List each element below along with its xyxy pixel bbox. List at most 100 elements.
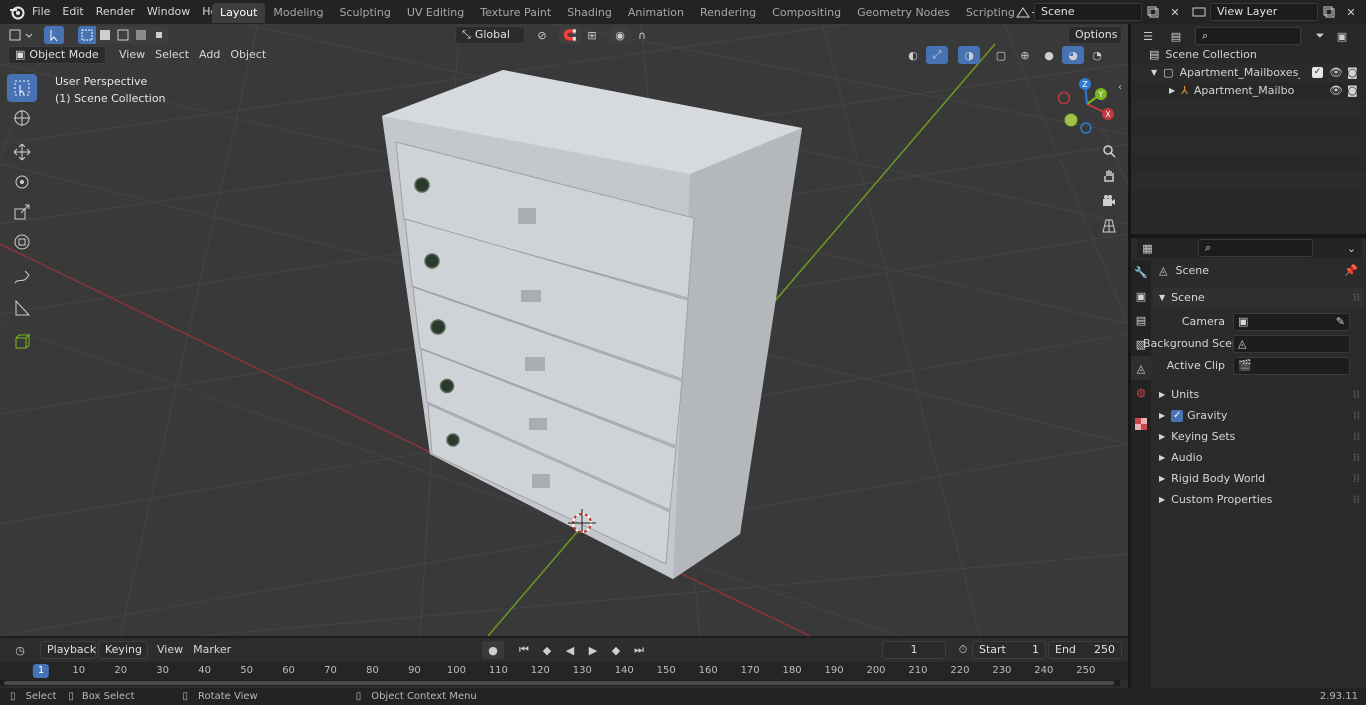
outliner-search-input[interactable]: ⌕ bbox=[1195, 27, 1301, 45]
record-icon[interactable]: ● bbox=[482, 641, 504, 659]
timeline-editor-type-icon[interactable]: ◷ bbox=[6, 641, 34, 659]
measure-tool[interactable] bbox=[7, 294, 37, 322]
menu-view[interactable]: View bbox=[114, 46, 150, 64]
active-clip-field[interactable]: 🎬 bbox=[1233, 356, 1350, 375]
render-camera-icon[interactable]: ◙ bbox=[1347, 82, 1358, 100]
scene-icon[interactable] bbox=[1012, 3, 1034, 21]
tab-animation[interactable]: Animation bbox=[620, 3, 692, 23]
scrollbar-thumb[interactable] bbox=[4, 681, 1114, 685]
properties-search-input[interactable]: ⌕ bbox=[1197, 239, 1314, 257]
3d-viewport[interactable]: ⤡ Global ⊘ 🧲 ⊞ ◉ ∩ Options ▣ Object Mode… bbox=[0, 24, 1128, 636]
tab-layout[interactable]: Layout bbox=[212, 3, 266, 23]
output-tab-icon[interactable]: ▤ bbox=[1131, 308, 1151, 332]
xray-toggle-icon[interactable]: ▢ bbox=[990, 46, 1012, 64]
drag-handle-icon[interactable]: ⁞⁞ bbox=[1353, 447, 1360, 468]
rotate-tool[interactable] bbox=[7, 168, 37, 196]
custom-properties-panel-header[interactable]: ▶ Custom Properties ⁞⁞ bbox=[1153, 489, 1364, 510]
tab-compositing[interactable]: Compositing bbox=[764, 3, 849, 23]
next-keyframe-icon[interactable]: ◆ bbox=[605, 641, 627, 659]
eye-icon[interactable]: 👁 bbox=[1329, 82, 1343, 100]
new-view-layer-icon[interactable] bbox=[1318, 3, 1340, 21]
pivot-point-icon[interactable]: ⊘ bbox=[531, 26, 553, 44]
end-frame-field[interactable]: End 250 bbox=[1048, 641, 1122, 659]
tab-modeling[interactable]: Modeling bbox=[265, 3, 331, 23]
navigation-gizmo[interactable]: X Y Z bbox=[1056, 78, 1120, 138]
jump-start-icon[interactable]: ⏮ bbox=[513, 641, 535, 659]
object-mode-dropdown[interactable]: ▣ Object Mode bbox=[8, 46, 106, 64]
pin-icon[interactable]: 📌 bbox=[1344, 260, 1358, 281]
timeline-view-menu[interactable]: View bbox=[152, 641, 188, 659]
frame-ruler[interactable]: 1 10 20 30 40 50 60 70 80 90 100 110 120 130 140 150 160… bbox=[0, 662, 1128, 680]
gizmo-toggle-icon[interactable]: ⤢ bbox=[926, 46, 948, 64]
menu-add[interactable]: Add bbox=[194, 46, 225, 64]
scene-name-field[interactable]: Scene bbox=[1034, 3, 1142, 21]
outliner-editor-type-icon[interactable]: ☰ bbox=[1137, 27, 1159, 45]
gravity-panel-header[interactable]: ▶ ✓ Gravity ⁞⁞ bbox=[1153, 405, 1364, 426]
blender-logo-icon[interactable] bbox=[9, 4, 25, 20]
snap-target-icon[interactable]: ⊞ bbox=[581, 26, 603, 44]
eye-icon[interactable]: 👁 bbox=[1329, 64, 1343, 82]
tool-tab-icon[interactable]: 🔧 bbox=[1131, 260, 1151, 284]
wireframe-shading-icon[interactable]: ⊕ bbox=[1014, 46, 1036, 64]
eyedropper-icon[interactable]: ✎ bbox=[1336, 311, 1345, 332]
select-subtract-icon[interactable] bbox=[114, 26, 132, 44]
expand-arrow-icon[interactable]: ▼ bbox=[1151, 64, 1157, 82]
prev-keyframe-icon[interactable]: ◆ bbox=[536, 641, 558, 659]
timeline-scrollbar[interactable] bbox=[0, 680, 1120, 686]
new-collection-icon[interactable]: ▣ bbox=[1331, 27, 1353, 45]
camera-view-icon[interactable] bbox=[1097, 189, 1121, 213]
tab-rendering[interactable]: Rendering bbox=[692, 3, 764, 23]
outliner-row-scene-collection[interactable]: ▤ Scene Collection bbox=[1131, 46, 1366, 64]
properties-options-icon[interactable]: ⌄ bbox=[1341, 239, 1362, 257]
keying-sets-panel-header[interactable]: ▶ Keying Sets ⁞⁞ bbox=[1153, 426, 1364, 447]
editor-type-icon[interactable] bbox=[8, 26, 36, 44]
tab-uv-editing[interactable]: UV Editing bbox=[399, 3, 472, 23]
add-cube-tool[interactable] bbox=[7, 328, 37, 356]
tab-shading[interactable]: Shading bbox=[559, 3, 620, 23]
jump-end-icon[interactable]: ⏭ bbox=[628, 641, 650, 659]
keying-menu[interactable]: Keying bbox=[98, 641, 148, 659]
units-panel-header[interactable]: ▶ Units ⁞⁞ bbox=[1153, 384, 1364, 405]
perspective-toggle-icon[interactable] bbox=[1097, 214, 1121, 238]
zoom-icon[interactable] bbox=[1097, 139, 1121, 163]
rigid-body-world-panel-header[interactable]: ▶ Rigid Body World ⁞⁞ bbox=[1153, 468, 1364, 489]
mailbox-cabinet[interactable] bbox=[382, 70, 802, 579]
texture-tab-icon[interactable] bbox=[1131, 412, 1151, 436]
select-intersect-icon[interactable] bbox=[150, 26, 168, 44]
menu-object[interactable]: Object bbox=[225, 46, 271, 64]
outliner-row-object[interactable]: ▶ ⅄ Apartment_Mailboxes_Gr 👁 ◙ bbox=[1131, 82, 1366, 100]
drag-handle-icon[interactable]: ⁞⁞ bbox=[1353, 468, 1360, 489]
select-extend-icon[interactable] bbox=[96, 26, 114, 44]
play-icon[interactable]: ▶ bbox=[582, 641, 604, 659]
properties-editor-type-icon[interactable]: ▦ bbox=[1137, 239, 1158, 257]
gravity-checkbox[interactable]: ✓ bbox=[1171, 409, 1184, 422]
transform-tool[interactable] bbox=[7, 228, 37, 256]
world-tab-icon[interactable]: ◍ bbox=[1131, 380, 1151, 404]
drag-handle-icon[interactable]: ⁞⁞ bbox=[1353, 426, 1360, 447]
menu-edit[interactable]: Edit bbox=[56, 2, 89, 22]
tab-texture-paint[interactable]: Texture Paint bbox=[472, 3, 559, 23]
view-layer-icon[interactable] bbox=[1188, 3, 1210, 21]
tab-sculpting[interactable]: Sculpting bbox=[331, 3, 398, 23]
menu-render[interactable]: Render bbox=[90, 2, 141, 22]
camera-field[interactable]: ▣ ✎ bbox=[1233, 311, 1350, 332]
play-reverse-icon[interactable]: ◀ bbox=[559, 641, 581, 659]
filter-icon[interactable]: ⏷ bbox=[1309, 27, 1331, 45]
pan-hand-icon[interactable] bbox=[1097, 164, 1121, 188]
drag-handle-icon[interactable]: ⁞⁞ bbox=[1353, 405, 1360, 426]
overlay-toggle-icon[interactable]: ◑ bbox=[958, 46, 980, 64]
material-shading-icon[interactable]: ◕ bbox=[1062, 46, 1084, 64]
menu-window[interactable]: Window bbox=[141, 2, 196, 22]
display-mode-icon[interactable]: ▤ bbox=[1165, 27, 1187, 45]
start-frame-field[interactable]: Start 1 bbox=[972, 641, 1046, 659]
scene-panel-header[interactable]: ▼ Scene ⁞⁞ bbox=[1153, 287, 1364, 308]
current-frame-field[interactable]: 1 bbox=[882, 641, 946, 659]
current-frame-marker[interactable]: 1 bbox=[32, 664, 50, 678]
menu-select[interactable]: Select bbox=[150, 46, 194, 64]
select-new-icon[interactable] bbox=[78, 26, 96, 44]
view-layer-field[interactable]: View Layer bbox=[1210, 3, 1318, 21]
new-scene-icon[interactable] bbox=[1142, 3, 1164, 21]
render-tab-icon[interactable]: ▣ bbox=[1131, 284, 1151, 308]
visibility-icon[interactable]: ◐ bbox=[902, 46, 924, 64]
move-tool[interactable] bbox=[7, 138, 37, 166]
